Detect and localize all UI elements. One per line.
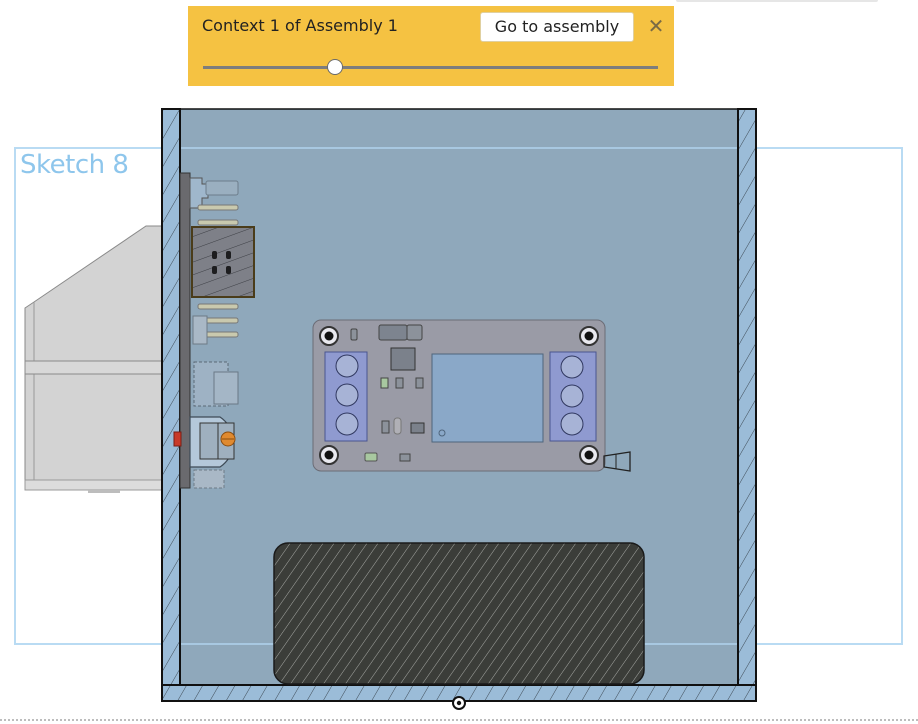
viewport-bottom-divider bbox=[0, 719, 918, 721]
battery-pack[interactable] bbox=[273, 542, 645, 685]
origin-point-icon[interactable] bbox=[452, 696, 466, 710]
context-slider-thumb[interactable] bbox=[326, 59, 343, 75]
terminal-block-right[interactable] bbox=[549, 351, 597, 442]
context-slider-track[interactable] bbox=[203, 66, 658, 69]
cad-viewport[interactable] bbox=[0, 0, 918, 724]
relay-pcb[interactable] bbox=[312, 319, 606, 472]
sketch-label[interactable]: Sketch 8 bbox=[20, 150, 129, 180]
relay-module[interactable] bbox=[431, 353, 544, 443]
external-enclosure-part[interactable] bbox=[24, 225, 163, 493]
close-icon[interactable]: ✕ bbox=[646, 12, 666, 40]
context-banner: Context 1 of Assembly 1 Go to assembly ✕ bbox=[188, 6, 674, 86]
context-title: Context 1 of Assembly 1 bbox=[202, 16, 398, 35]
go-to-assembly-button[interactable]: Go to assembly bbox=[480, 12, 634, 42]
terminal-block-left[interactable] bbox=[324, 351, 368, 442]
